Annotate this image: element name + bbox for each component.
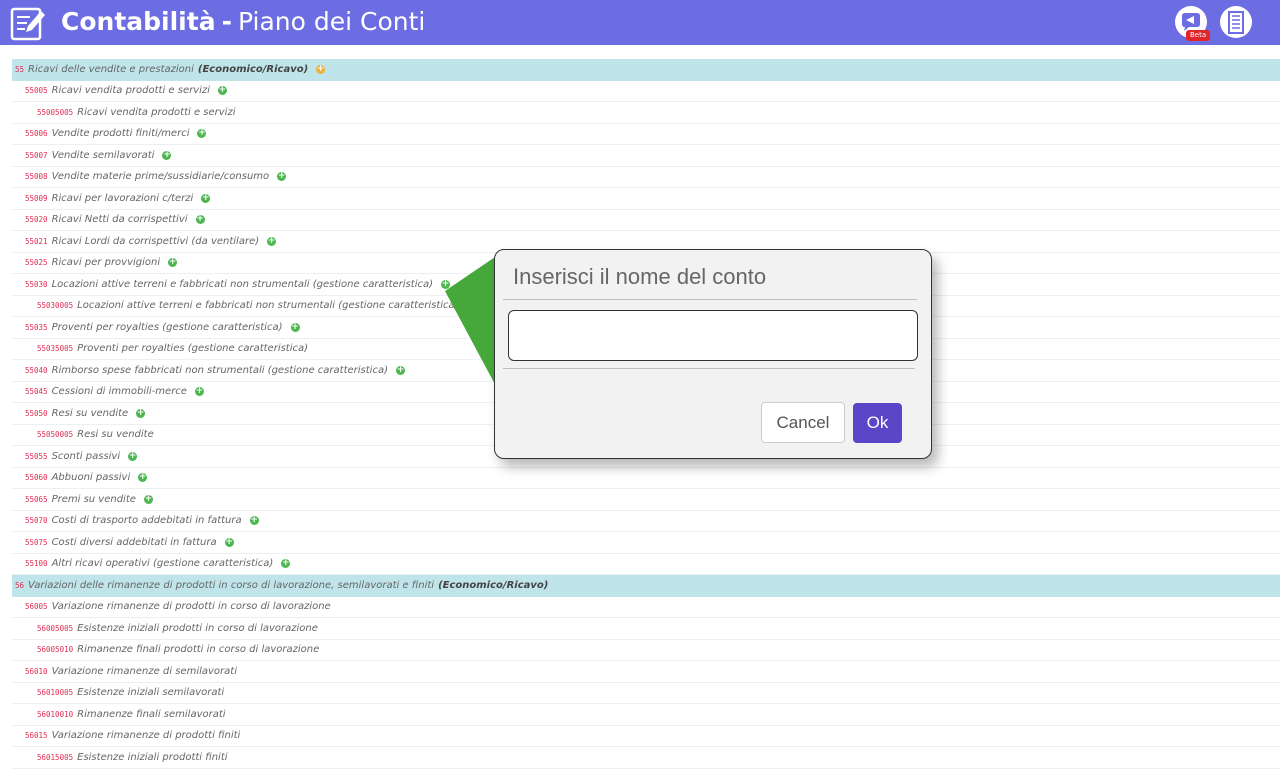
ok-button[interactable]: Ok [853, 403, 902, 443]
cancel-button[interactable]: Cancel [761, 402, 845, 443]
dialog-divider [503, 299, 917, 300]
dialog-divider [503, 368, 915, 369]
dialog-title: Inserisci il nome del conto [513, 264, 767, 289]
account-name-dialog: Inserisci il nome del conto Cancel Ok [494, 249, 932, 459]
account-name-input[interactable] [508, 310, 918, 361]
